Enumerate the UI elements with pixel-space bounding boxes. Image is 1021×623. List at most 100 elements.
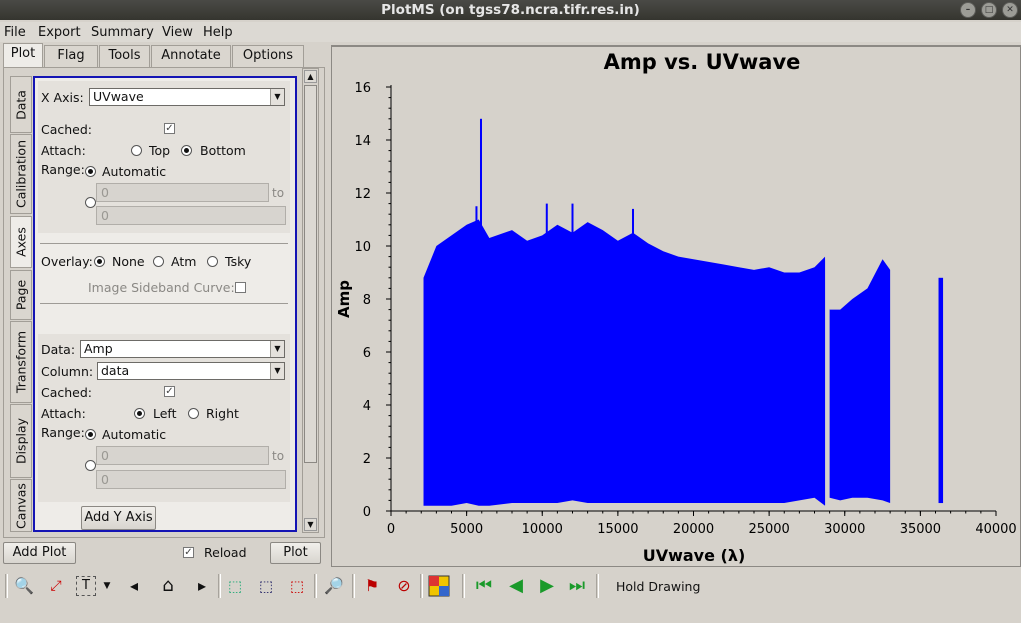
x-range-custom-radio[interactable] — [85, 197, 96, 208]
clear-regions-icon[interactable]: ⬚ — [285, 573, 309, 599]
x-range-auto-label: Automatic — [102, 164, 167, 179]
zoom-icon[interactable]: 🔍 — [12, 573, 36, 599]
reload-checkbox[interactable]: ✓ — [183, 547, 194, 558]
y-cached-checkbox[interactable]: ✓ — [164, 386, 175, 397]
plot-canvas[interactable]: Amp vs. UVwave UVwave (λ) Amp 0 5000 10000… — [334, 47, 1018, 565]
side-tab-data[interactable]: Data — [10, 76, 32, 133]
chart-title: Amp vs. UVwave — [604, 50, 801, 74]
y-tick-label: 8 — [363, 293, 371, 308]
add-plot-button[interactable]: Add Plot — [3, 542, 76, 564]
iteration-grid-icon[interactable] — [427, 573, 451, 599]
sideband-checkbox[interactable] — [235, 282, 246, 293]
data-band — [938, 277, 944, 504]
x-axis-select[interactable]: UVwave ▼ — [89, 88, 285, 106]
home-icon[interactable]: ⌂ — [156, 573, 180, 599]
first-iteration-icon[interactable]: ⏮ — [472, 573, 496, 599]
tab-flag[interactable]: Flag — [44, 45, 98, 67]
chevron-down-icon[interactable]: ▼ — [100, 573, 114, 599]
side-tab-label: Page — [13, 279, 29, 311]
annotate-text-icon[interactable]: T — [76, 576, 96, 596]
scrollbar-thumb[interactable] — [304, 85, 317, 463]
y-range-min-field[interactable]: 0 — [96, 446, 269, 465]
y-tick-label: 6 — [363, 346, 371, 361]
attach-left-radio[interactable] — [134, 408, 145, 419]
x-range-min-field[interactable]: 0 — [96, 183, 269, 202]
y-range-auto-radio[interactable] — [85, 429, 96, 440]
y-tick-label: 4 — [363, 399, 371, 414]
menu-view[interactable]: View — [162, 25, 193, 40]
x-tick-label: 20000 — [673, 522, 714, 537]
side-tab-label: Data — [13, 89, 29, 120]
tab-plot[interactable]: Plot — [3, 43, 43, 67]
plot-button[interactable]: Plot — [270, 542, 321, 564]
y-range-custom-radio[interactable] — [85, 460, 96, 471]
x-cached-checkbox[interactable]: ✓ — [164, 123, 175, 134]
inspect-icon[interactable]: 🔎 — [322, 573, 346, 599]
x-tick-label: 25000 — [748, 522, 789, 537]
side-tab-label: Display — [13, 417, 29, 465]
mark-region-icon[interactable]: ⬚ — [223, 573, 247, 599]
overlay-none-radio[interactable] — [94, 256, 105, 267]
axes-panel: X Axis: UVwave ▼ Cached: ✓ Attach: Top Bo… — [33, 76, 297, 532]
menu-help[interactable]: Help — [203, 25, 233, 40]
minimize-icon[interactable]: – — [960, 2, 976, 18]
x-tick-label: 40000 — [975, 522, 1016, 537]
next-page-icon[interactable]: ▸ — [190, 573, 214, 599]
overlay-atm-radio[interactable] — [153, 256, 164, 267]
x-tick-label: 35000 — [900, 522, 941, 537]
tab-tools[interactable]: Tools — [99, 45, 150, 67]
previous-iteration-icon[interactable]: ◀ — [504, 573, 528, 599]
side-tab-display[interactable]: Display — [10, 404, 32, 478]
scroll-down-icon[interactable]: ▼ — [304, 518, 317, 531]
hold-drawing-label[interactable]: Hold Drawing — [616, 579, 700, 594]
unflag-icon[interactable]: ⊘ — [392, 573, 416, 599]
x-range-max-field[interactable]: 0 — [96, 206, 286, 225]
close-icon[interactable]: ✕ — [1002, 2, 1018, 18]
attach-top-radio[interactable] — [131, 145, 142, 156]
side-tabs: Data Calibration Axes Page Transform Dis… — [10, 76, 33, 532]
chevron-down-icon: ▼ — [270, 89, 284, 105]
x-tick-label: 10000 — [522, 522, 563, 537]
next-iteration-icon[interactable]: ▶ — [535, 573, 559, 599]
column-select[interactable]: data ▼ — [97, 362, 285, 380]
attach-right-radio[interactable] — [188, 408, 199, 419]
tab-annotate[interactable]: Annotate — [151, 45, 231, 67]
y-range-auto-label: Automatic — [102, 427, 167, 442]
y-range-max-field[interactable]: 0 — [96, 470, 286, 489]
overlay-tsky-radio[interactable] — [207, 256, 218, 267]
y-data-select[interactable]: Amp ▼ — [80, 340, 285, 358]
divider — [40, 303, 288, 304]
x-range-auto-radio[interactable] — [85, 166, 96, 177]
side-tab-canvas[interactable]: Canvas — [10, 479, 32, 532]
x-axis-value: UVwave — [93, 89, 144, 104]
x-range-to-label: to — [272, 186, 285, 200]
x-cached-label: Cached: — [41, 122, 93, 137]
attach-top-label: Top — [149, 143, 171, 158]
side-tab-page[interactable]: Page — [10, 270, 32, 320]
reload-label: Reload — [204, 545, 247, 560]
scroll-up-icon[interactable]: ▲ — [304, 70, 317, 83]
panel-scrollbar[interactable]: ▲ ▼ — [302, 68, 319, 533]
side-tab-axes[interactable]: Axes — [10, 216, 32, 268]
attach-bottom-radio[interactable] — [181, 145, 192, 156]
menu-export[interactable]: Export — [38, 25, 81, 40]
menu-summary[interactable]: Summary — [91, 25, 154, 40]
toolbar-separator — [352, 574, 355, 598]
side-tab-calibration[interactable]: Calibration — [10, 134, 32, 214]
previous-page-icon[interactable]: ◂ — [122, 573, 146, 599]
data-gap — [825, 85, 830, 513]
menu-file[interactable]: File — [4, 25, 26, 40]
zoom-fit-icon[interactable]: ⤢ — [44, 573, 68, 599]
overlay-atm-label: Atm — [171, 254, 197, 269]
x-tick-label: 5000 — [450, 522, 483, 537]
tab-options[interactable]: Options — [232, 45, 304, 67]
last-iteration-icon[interactable]: ⏭ — [565, 573, 589, 599]
side-tab-transform[interactable]: Transform — [10, 321, 32, 403]
maximize-icon[interactable]: □ — [981, 2, 997, 18]
column-value: data — [101, 363, 130, 378]
add-y-axis-button[interactable]: Add Y Axis — [81, 506, 156, 530]
flag-icon[interactable]: ⚑ — [360, 573, 384, 599]
subtract-region-icon[interactable]: ⬚ — [254, 573, 278, 599]
y-tick-label: 10 — [354, 240, 371, 255]
y-tick-label: 14 — [354, 134, 371, 149]
